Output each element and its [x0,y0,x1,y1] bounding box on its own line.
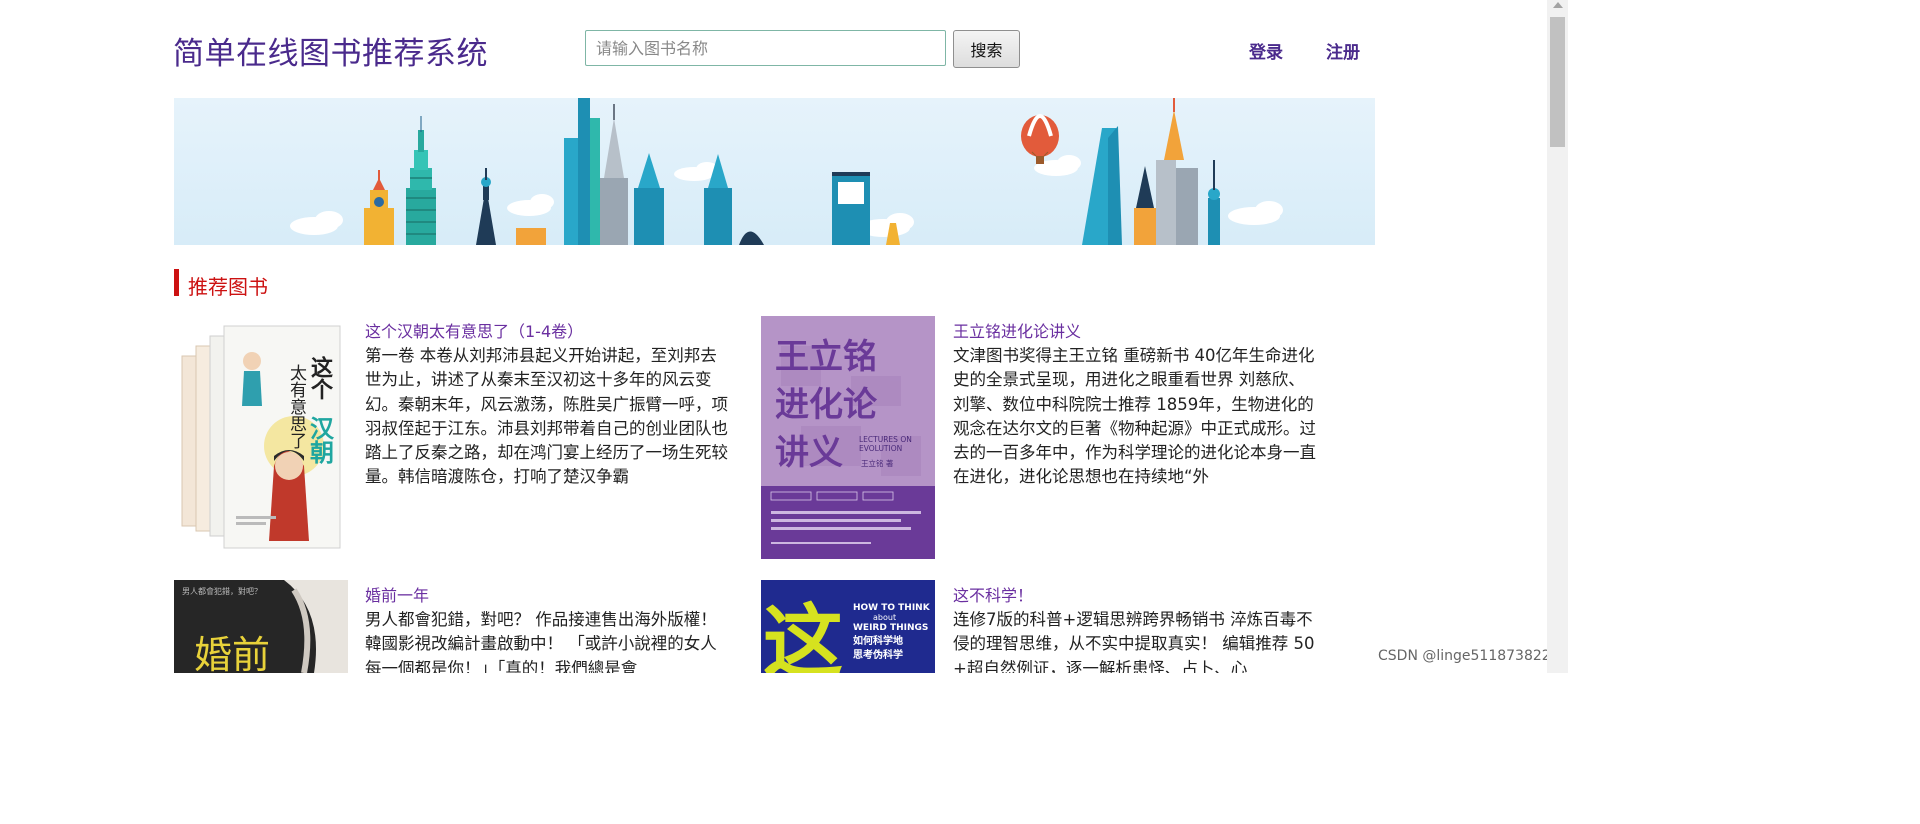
cover-text: 讲义 [775,433,843,473]
book-item: 这 HOW TO THINK about WEIRD THINGS 如何科学地 … [761,580,1321,673]
login-link[interactable]: 登录 [1249,38,1283,63]
search-button[interactable]: 搜索 [953,30,1020,68]
book-description: 连修7版的科普+逻辑思辨跨界畅销书 淬炼百毒不侵的理智思维，从不实中提取真实！ … [953,610,1315,673]
cover-text: about [873,613,896,622]
cover-text: WEIRD THINGS [853,623,928,633]
trapezoid-tower [832,172,870,245]
site-title[interactable]: 简单在线图书推荐系统 [173,28,488,73]
right-skyscrapers [1082,98,1220,245]
book-cover[interactable]: 这个 汉朝 太有意思了 [174,316,348,559]
book-title-link[interactable]: 这个汉朝太有意思了（1-4卷） [365,318,583,342]
book-cover[interactable]: 男人都會犯錯，對吧？ 婚前 [174,580,348,673]
cover-text: 太有意思了 [286,364,307,449]
cover-text: 这 [763,596,843,673]
orange-building [516,228,546,245]
cover-text: HOW TO THINK [853,603,931,613]
book-description: 男人都會犯錯，對吧？ 作品接連售出海外版權！韓國影視改編計畫啟動中！ 「或許小說… [365,610,717,673]
book-description: 第一卷 本卷从刘邦沛县起义开始讲起，至刘邦去世为止，讲述了从秦末至汉初这十多年的… [365,346,728,487]
watermark: CSDN @linge511873822 [1376,648,1553,664]
city-skyline-banner [174,98,1375,245]
cover-text: 婚前 [194,633,270,673]
cover-text: 进化论 [775,385,878,425]
hot-air-balloon [1021,114,1059,164]
book-title-link[interactable]: 王立铭进化论讲义 [953,318,1081,342]
cover-text: 王立铭 [775,337,877,377]
section-marker [174,269,179,296]
scroll-up-arrow-icon[interactable] [1553,2,1563,8]
book-cover[interactable]: 这 HOW TO THINK about WEIRD THINGS 如何科学地 … [761,580,935,673]
cover-text: LECTURES ON [859,435,912,444]
register-link[interactable]: 注册 [1326,38,1360,63]
cover-text: EVOLUTION [859,444,902,453]
book-item: 男人都會犯錯，對吧？ 婚前 婚前一年 男人都會犯錯，對吧？ 作品接連售出海外版權… [174,580,734,673]
cover-text: 王立铭 著 [861,458,894,468]
book-title-link[interactable]: 这不科学！ [953,582,1033,606]
cover-text: 这个 [307,355,333,400]
cover-text: 思考伪科学 [853,648,903,661]
cover-text: 汉朝 [306,416,335,465]
scrollbar-thumb[interactable] [1550,17,1565,147]
book-cover[interactable]: 王立铭 进化论 讲义 LECTURES ON EVOLUTION 王立铭 著 [761,316,935,559]
green-tower [406,116,436,245]
cover-text: 如何科学地 [853,634,903,647]
section-title: 推荐图书 [188,275,268,299]
book-description: 文津图书奖得主王立铭 重磅新书 40亿年生命进化史的全景式呈现，用进化之眼重看世… [953,346,1316,487]
yellow-tower [364,170,394,245]
search-input[interactable] [585,30,946,66]
central-skyscrapers [564,98,764,245]
dark-lattice-tower [476,168,496,245]
cover-text: 男人都會犯錯，對吧？ [182,586,262,596]
book-title-link[interactable]: 婚前一年 [365,582,429,606]
book-item: 这个 汉朝 太有意思了 这个汉朝太有意思了（1-4卷） 第一卷 本卷从刘邦沛县起… [174,316,734,566]
book-item: 王立铭 进化论 讲义 LECTURES ON EVOLUTION 王立铭 著 王… [761,316,1321,566]
